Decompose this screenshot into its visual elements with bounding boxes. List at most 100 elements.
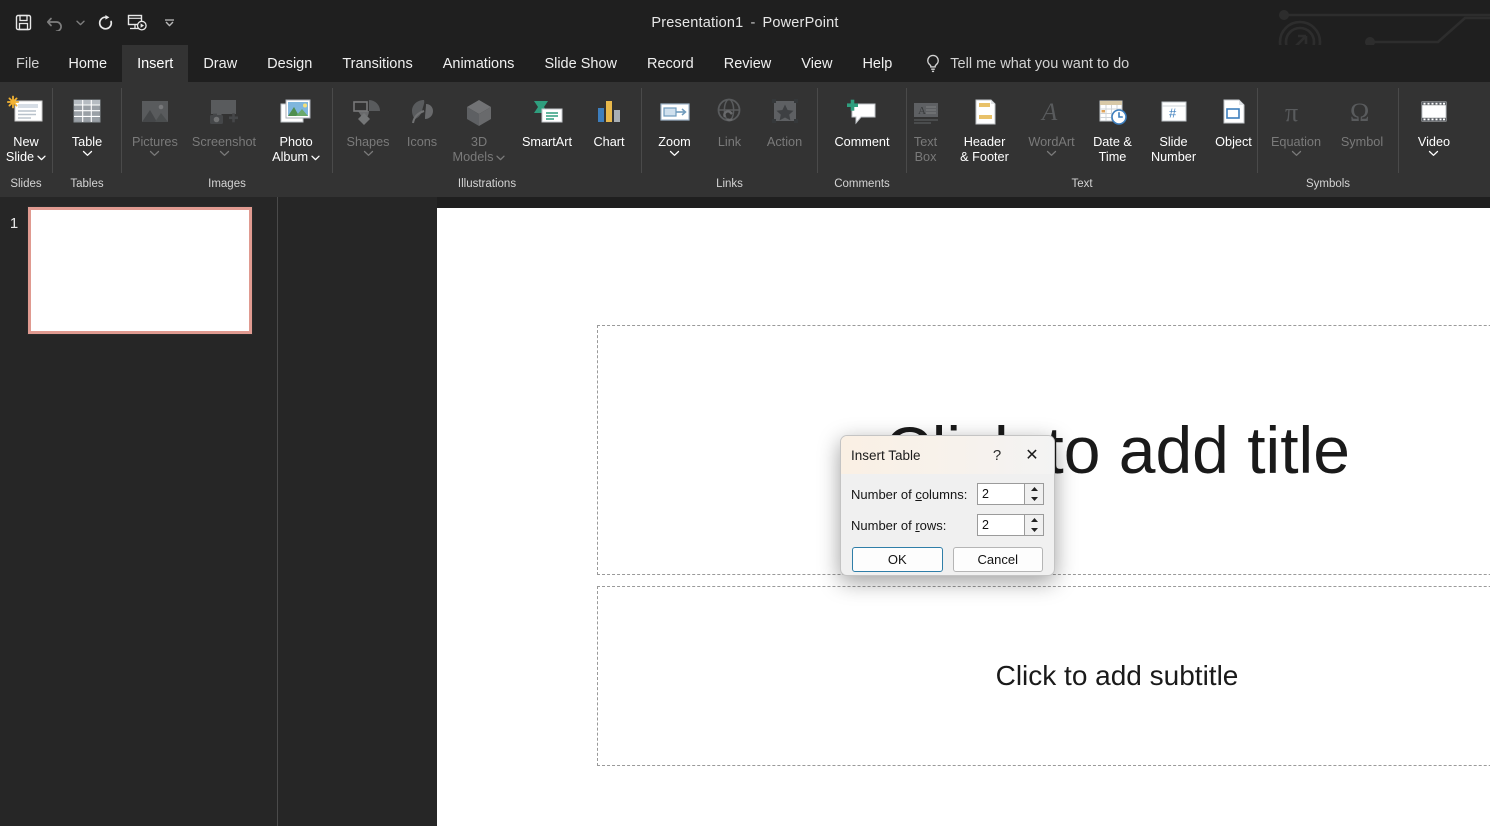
window-title: Presentation1 - PowerPoint (0, 0, 1490, 45)
svg-text:Ω: Ω (1350, 98, 1369, 127)
start-presentation-button[interactable] (122, 8, 152, 38)
tell-me-search[interactable]: Tell me what you want to do (907, 45, 1141, 82)
wordart-button[interactable]: A WordArt (1021, 86, 1083, 157)
slide-number-label: 1 (9, 215, 19, 232)
text-box-button[interactable]: A Text Box (903, 86, 949, 165)
close-button[interactable]: ✕ (1016, 441, 1048, 469)
icons-icon (404, 89, 440, 135)
date-time-button[interactable]: Date & Time (1084, 86, 1142, 165)
link-button[interactable]: Link (705, 86, 755, 150)
lightbulb-icon (927, 54, 940, 73)
equation-button[interactable]: π Equation (1263, 86, 1329, 157)
date-time-label: Date & Time (1093, 135, 1132, 164)
icons-button[interactable]: Icons (399, 86, 445, 150)
chevron-down-icon (1429, 150, 1439, 156)
columns-input[interactable] (978, 484, 1024, 504)
photo-album-icon (277, 89, 315, 135)
comment-button[interactable]: Comment (824, 86, 900, 150)
rows-input[interactable] (978, 515, 1024, 535)
tab-animations[interactable]: Animations (428, 45, 530, 82)
document-name: Presentation1 (651, 14, 744, 31)
rows-decrement-button[interactable] (1025, 525, 1043, 535)
symbol-label: Symbol (1340, 135, 1384, 149)
symbol-icon: Ω (1345, 89, 1379, 135)
comment-label: Comment (834, 135, 890, 149)
tab-review[interactable]: Review (709, 45, 787, 82)
smartart-button[interactable]: SmartArt (513, 86, 581, 150)
screenshot-icon (206, 89, 242, 135)
redo-icon (98, 14, 112, 30)
rows-increment-button[interactable] (1025, 515, 1043, 525)
screenshot-button[interactable]: Screenshot (187, 86, 261, 157)
tab-draw[interactable]: Draw (188, 45, 252, 82)
chevron-down-icon (363, 150, 373, 156)
ok-button[interactable]: OK (852, 547, 943, 572)
quick-access-toolbar (8, 0, 184, 45)
pictures-label: Pictures (132, 135, 178, 157)
chevron-down-icon (1291, 150, 1301, 156)
undo-dropdown-button[interactable] (72, 8, 88, 38)
tab-insert[interactable]: Insert (122, 45, 189, 82)
wordart-label: WordArt (1028, 135, 1075, 157)
slide-number-button[interactable]: # Slide Number (1143, 86, 1205, 165)
help-button[interactable]: ? (984, 436, 1010, 474)
undo-button[interactable] (40, 8, 70, 38)
tab-record[interactable]: Record (632, 45, 709, 82)
equation-label: Equation (1271, 135, 1321, 157)
cancel-button[interactable]: Cancel (952, 547, 1043, 572)
smartart-label: SmartArt (521, 135, 573, 149)
app-name: PowerPoint (762, 14, 839, 31)
chart-button[interactable]: Chart (583, 86, 635, 150)
symbol-button[interactable]: Ω Symbol (1331, 86, 1393, 150)
smartart-icon (528, 89, 566, 135)
chevron-down-icon (75, 20, 85, 25)
tab-help[interactable]: Help (847, 45, 907, 82)
title-separator: - (750, 14, 756, 31)
ribbon-group-text-label: Text (1071, 178, 1093, 190)
action-button[interactable]: Action (757, 86, 813, 150)
photo-album-button[interactable]: Photo Album (263, 86, 329, 165)
object-button[interactable]: Object (1206, 86, 1262, 150)
header-footer-button[interactable]: Header & Footer (950, 86, 1020, 165)
tab-home[interactable]: Home (53, 45, 122, 82)
columns-increment-button[interactable] (1025, 484, 1043, 494)
rows-stepper[interactable] (977, 514, 1044, 536)
zoom-button[interactable]: Zoom (647, 86, 703, 157)
slide-number-icon: # (1157, 89, 1191, 135)
object-icon (1217, 89, 1251, 135)
photo-album-label: Photo Album (272, 135, 320, 165)
header-footer-icon (968, 89, 1002, 135)
customize-quick-access-toolbar-button[interactable] (154, 8, 184, 38)
dialog-title-bar[interactable]: Insert Table ? ✕ (841, 436, 1054, 474)
save-icon (15, 14, 31, 31)
redo-button[interactable] (90, 8, 120, 38)
subtitle-placeholder[interactable]: Click to add subtitle (597, 586, 1490, 766)
pictures-button[interactable]: Pictures (125, 86, 185, 157)
new-slide-button[interactable]: New Slide (0, 86, 52, 165)
chart-icon (592, 89, 626, 135)
shapes-icon (349, 89, 387, 135)
tab-file[interactable]: File (0, 45, 53, 82)
link-label: Link (717, 135, 742, 149)
save-button[interactable] (8, 8, 38, 38)
columns-decrement-button[interactable] (1025, 494, 1043, 504)
header-footer-label: Header & Footer (960, 135, 1009, 164)
ribbon-group-slides-label: Slides (10, 178, 42, 190)
ribbon-group-links: Zoom Link Action Links (642, 82, 817, 197)
shapes-label: Shapes (346, 135, 390, 157)
table-label: Table (72, 135, 102, 157)
columns-stepper[interactable] (977, 483, 1044, 505)
columns-label: Number of columns: (851, 486, 968, 502)
shapes-button[interactable]: Shapes (339, 86, 397, 157)
video-button[interactable]: Video (1405, 86, 1463, 157)
tab-design[interactable]: Design (252, 45, 327, 82)
triangle-up-icon (1030, 518, 1038, 522)
3d-models-button[interactable]: 3D Models (447, 86, 511, 165)
tab-transitions[interactable]: Transitions (327, 45, 427, 82)
tab-view[interactable]: View (786, 45, 847, 82)
tab-slide-show[interactable]: Slide Show (529, 45, 632, 82)
table-button[interactable]: Table (64, 86, 110, 157)
ribbon-group-comments-label: Comments (834, 178, 890, 190)
slide-thumbnail-1[interactable] (28, 207, 252, 334)
comment-icon (843, 89, 881, 135)
